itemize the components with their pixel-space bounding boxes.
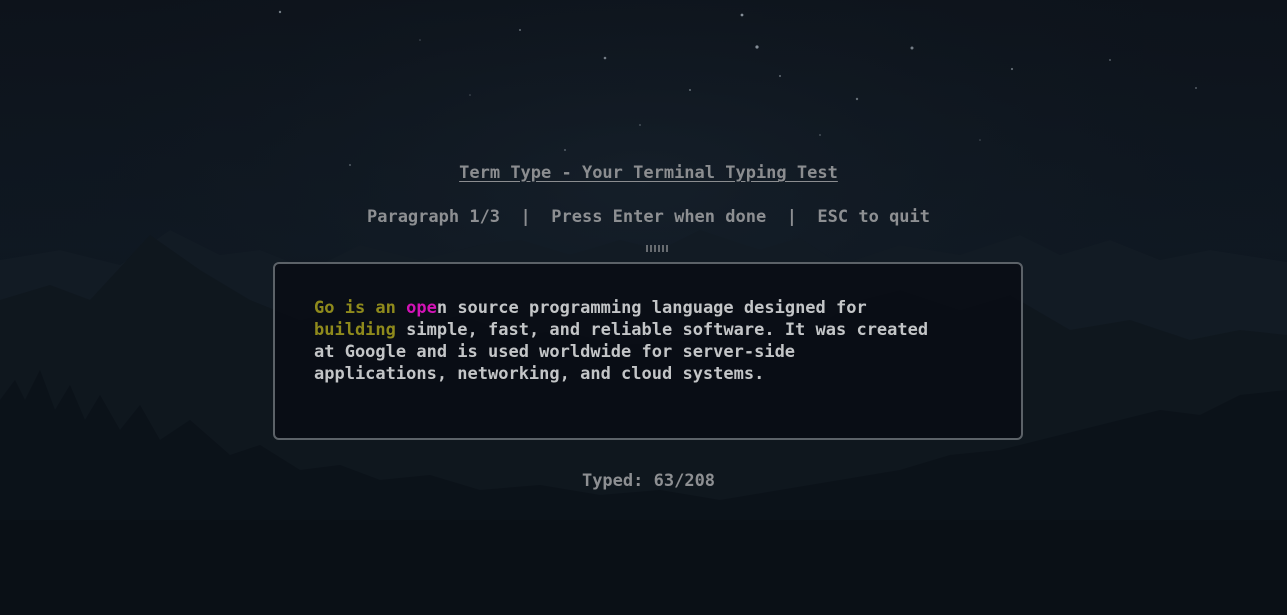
separator: | <box>786 207 797 227</box>
status-line: Paragraph 1/3 | Press Enter when done | … <box>0 207 1287 227</box>
quit-hint: ESC to quit <box>817 207 931 227</box>
typed-counter-label: Typed: <box>581 471 644 491</box>
enter-hint: Press Enter when done <box>551 207 767 227</box>
typed-text: Go is an <box>314 298 407 318</box>
paragraph-indicator: Paragraph 1/3 <box>366 207 501 227</box>
untyped-text: simple, fast, and reliable software. It … <box>314 320 929 384</box>
passage-text[interactable]: Go is an open source programming languag… <box>314 297 1004 385</box>
typed-counter-value: 63/208 <box>653 471 716 491</box>
typed-counter: Typed: 63/208 <box>0 471 1287 491</box>
activity-indicator <box>646 245 668 252</box>
typed-text: building <box>314 320 396 340</box>
untyped-text: n source programming language designed f… <box>436 298 867 318</box>
app-title: Term Type - Your Terminal Typing Test <box>459 163 838 183</box>
typing-panel[interactable]: Go is an open source programming languag… <box>273 262 1023 440</box>
mistyped-text: ope <box>406 298 437 318</box>
separator: | <box>520 207 531 227</box>
